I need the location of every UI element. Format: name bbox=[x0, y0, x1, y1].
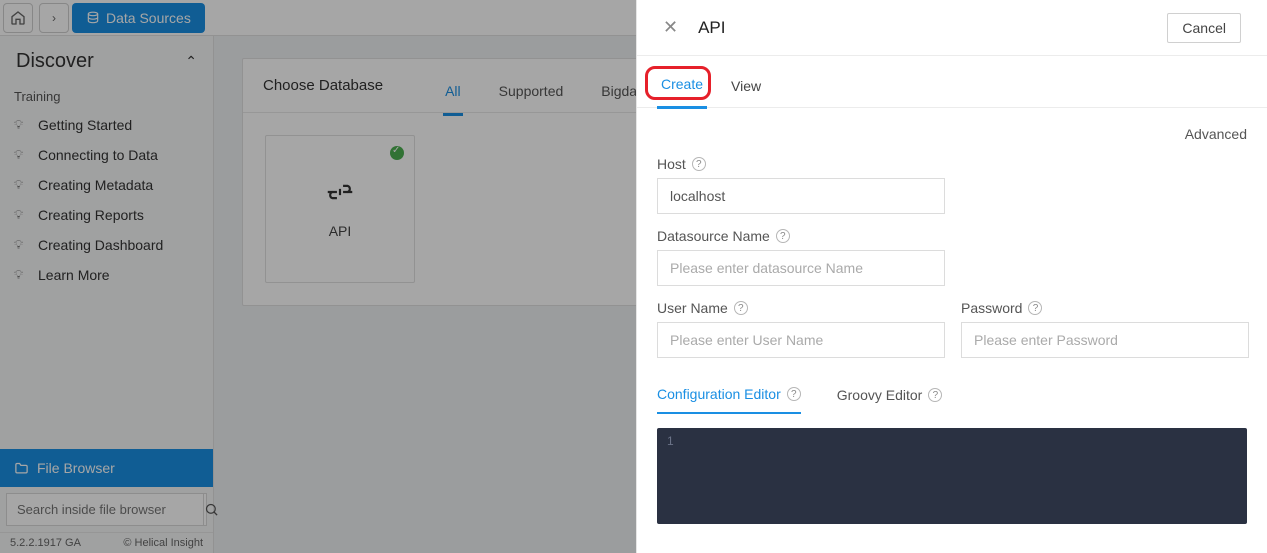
help-icon[interactable]: ? bbox=[692, 157, 706, 171]
tab-supported[interactable]: Supported bbox=[497, 83, 566, 116]
bulb-icon: 💡︎ bbox=[14, 237, 32, 253]
line-number: 1 bbox=[667, 434, 674, 448]
sidebar-item-learnmore[interactable]: 💡︎ Learn More bbox=[0, 260, 213, 290]
username-label: User Name ? bbox=[657, 300, 945, 316]
sidebar-item-label: Creating Reports bbox=[38, 207, 144, 223]
sidebar-item-label: Connecting to Data bbox=[38, 147, 158, 163]
plug-icon bbox=[322, 174, 359, 211]
sidebar-item-dashboard[interactable]: 💡︎ Creating Dashboard bbox=[0, 230, 213, 260]
choose-database-label: Choose Database bbox=[263, 77, 383, 94]
chevron-up-icon: ⌃ bbox=[185, 53, 197, 70]
sidebar-item-getting-started[interactable]: 💡︎ Getting Started bbox=[0, 110, 213, 140]
bulb-icon: 💡︎ bbox=[14, 267, 32, 283]
sidebar-section-label: Training bbox=[0, 83, 213, 106]
help-icon[interactable]: ? bbox=[787, 387, 801, 401]
code-editor[interactable]: 1 bbox=[657, 428, 1247, 524]
bulb-icon: 💡︎ bbox=[14, 117, 32, 133]
help-icon[interactable]: ? bbox=[734, 301, 748, 315]
database-tile-label: API bbox=[329, 223, 352, 239]
bulb-icon: 💡︎ bbox=[14, 207, 32, 223]
sidebar-header[interactable]: Discover ⌃ bbox=[0, 36, 213, 83]
advanced-link[interactable]: Advanced bbox=[1185, 126, 1247, 142]
tab-view[interactable]: View bbox=[727, 78, 765, 108]
close-icon[interactable]: ✕ bbox=[663, 17, 678, 38]
help-icon[interactable]: ? bbox=[1028, 301, 1042, 315]
db-category-tabs: All Supported Bigdata bbox=[443, 69, 651, 102]
editor-tabs: Configuration Editor ? Groovy Editor ? bbox=[657, 386, 1247, 414]
breadcrumb-current[interactable]: Data Sources bbox=[72, 3, 205, 33]
chevron-right-icon[interactable]: › bbox=[39, 3, 69, 33]
sidebar-item-label: Creating Metadata bbox=[38, 177, 153, 193]
datasource-icon bbox=[86, 11, 100, 25]
api-panel: ✕ API Cancel Create View Advanced Host ?… bbox=[636, 0, 1267, 553]
cancel-button[interactable]: Cancel bbox=[1167, 13, 1241, 43]
help-icon[interactable]: ? bbox=[928, 388, 942, 402]
username-input[interactable] bbox=[657, 322, 945, 358]
sidebar-item-reports[interactable]: 💡︎ Creating Reports bbox=[0, 200, 213, 230]
sidebar-item-metadata[interactable]: 💡︎ Creating Metadata bbox=[0, 170, 213, 200]
search-icon[interactable] bbox=[203, 494, 219, 525]
copyright-label: © Helical Insight bbox=[123, 537, 203, 549]
password-label: Password ? bbox=[961, 300, 1249, 316]
host-label: Host ? bbox=[657, 156, 1247, 172]
sidebar-search-input[interactable] bbox=[7, 494, 203, 525]
sidebar-item-label: Creating Dashboard bbox=[38, 237, 163, 253]
datasource-name-label: Datasource Name ? bbox=[657, 228, 1247, 244]
version-label: 5.2.2.1917 GA bbox=[10, 537, 81, 549]
help-icon[interactable]: ? bbox=[776, 229, 790, 243]
datasource-name-input[interactable] bbox=[657, 250, 945, 286]
tab-all[interactable]: All bbox=[443, 83, 463, 116]
tab-create[interactable]: Create bbox=[657, 76, 707, 109]
sidebar-item-label: Getting Started bbox=[38, 117, 132, 133]
home-icon[interactable] bbox=[3, 3, 33, 33]
tab-config-editor[interactable]: Configuration Editor ? bbox=[657, 386, 801, 414]
panel-title: API bbox=[698, 18, 1167, 38]
check-icon bbox=[390, 146, 404, 160]
panel-tabs: Create View bbox=[637, 56, 1267, 108]
folder-icon bbox=[14, 461, 29, 476]
sidebar-item-connecting[interactable]: 💡︎ Connecting to Data bbox=[0, 140, 213, 170]
panel-header: ✕ API Cancel bbox=[637, 0, 1267, 56]
file-browser-label: File Browser bbox=[37, 460, 115, 476]
breadcrumb-label: Data Sources bbox=[106, 10, 191, 26]
tab-groovy-editor[interactable]: Groovy Editor ? bbox=[837, 386, 943, 414]
sidebar-title: Discover bbox=[16, 50, 94, 73]
sidebar-item-label: Learn More bbox=[38, 267, 110, 283]
sidebar-footer: 5.2.2.1917 GA © Helical Insight bbox=[0, 532, 213, 553]
bulb-icon: 💡︎ bbox=[14, 147, 32, 163]
file-browser-button[interactable]: File Browser bbox=[0, 449, 213, 487]
bulb-icon: 💡︎ bbox=[14, 177, 32, 193]
sidebar-search bbox=[6, 493, 207, 526]
sidebar: Discover ⌃ Training 💡︎ Getting Started 💡︎… bbox=[0, 36, 214, 553]
password-input[interactable] bbox=[961, 322, 1249, 358]
database-tile-api[interactable]: API bbox=[265, 135, 415, 283]
host-input[interactable] bbox=[657, 178, 945, 214]
